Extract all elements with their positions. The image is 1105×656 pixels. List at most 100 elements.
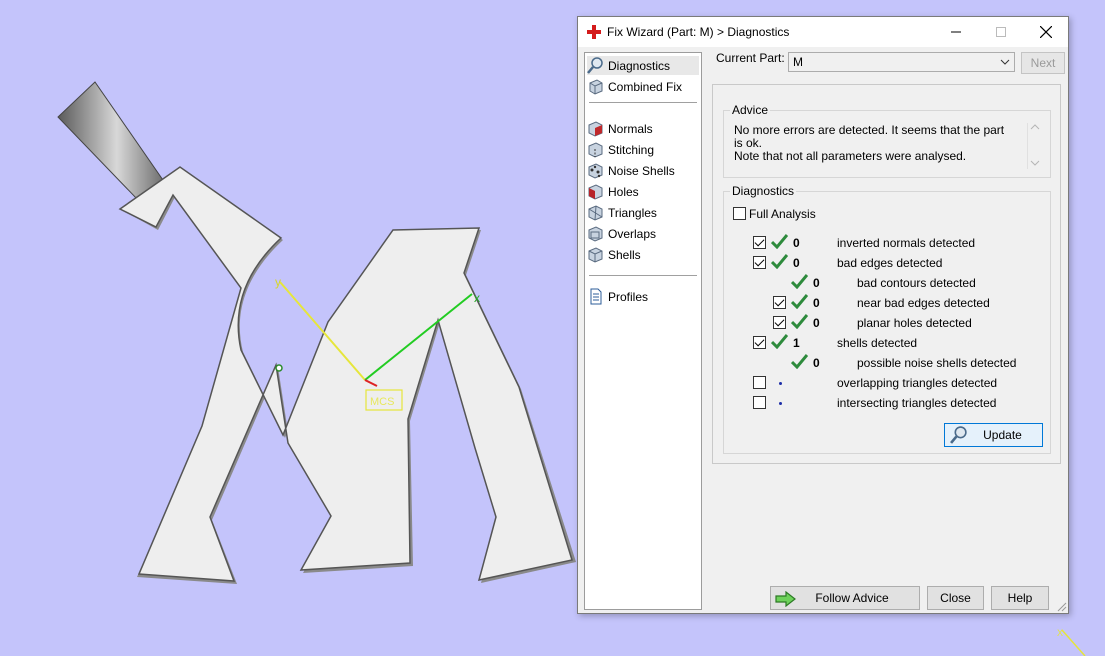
bad-edges-count: 0 xyxy=(793,256,800,270)
follow-advice-button[interactable]: Follow Advice xyxy=(770,586,920,610)
checkmark-icon xyxy=(791,294,808,309)
holes-cube-icon xyxy=(588,184,603,200)
document-icon xyxy=(590,288,602,305)
nav-item-shells[interactable]: Shells xyxy=(587,245,699,264)
shells-checkbox[interactable] xyxy=(753,336,766,349)
nav-item-label: Overlaps xyxy=(608,226,657,241)
checkmark-icon xyxy=(771,234,788,249)
close-button-label: Close xyxy=(940,591,971,605)
near-bad-edges-checkbox[interactable] xyxy=(773,296,786,309)
checkmark-icon xyxy=(771,254,788,269)
stitching-cube-icon xyxy=(588,142,603,158)
inverted-normals-count: 0 xyxy=(793,236,800,250)
origin-label: MCS xyxy=(370,396,394,408)
letter-m xyxy=(118,166,573,582)
overlaps-cube-icon xyxy=(588,226,603,242)
checkmark-icon xyxy=(791,314,808,329)
magnifier-icon xyxy=(587,57,603,74)
nav-item-combined-fix[interactable]: Combined Fix xyxy=(587,77,699,96)
shells-count: 1 xyxy=(793,336,800,350)
nav-item-label: Normals xyxy=(608,121,653,136)
nav-separator xyxy=(589,275,697,276)
not-run-dot-icon xyxy=(779,382,782,385)
nav-item-noise-shells[interactable]: Noise Shells xyxy=(587,161,699,180)
diagnostics-group: Diagnostics Full Analysis 0 inverted nor… xyxy=(723,184,1051,454)
corner-axis-line xyxy=(1061,629,1086,656)
close-button[interactable]: Close xyxy=(927,586,984,610)
advice-legend: Advice xyxy=(730,103,771,117)
resize-grip-icon[interactable] xyxy=(1057,602,1067,612)
noise-shells-icon xyxy=(588,163,603,179)
diagnostics-panel: Advice No more errors are detected. It s… xyxy=(712,84,1061,464)
full-analysis-checkbox[interactable] xyxy=(733,207,746,220)
corner-axis-label: X xyxy=(1057,628,1063,638)
noise-shells-label: possible noise shells detected xyxy=(857,356,1017,370)
advice-text: No more errors are detected. It seems th… xyxy=(734,124,1014,163)
nav-item-label: Stitching xyxy=(608,142,655,157)
dialog-title: Fix Wizard (Part: M) > Diagnostics xyxy=(607,25,790,39)
bad-edges-checkbox[interactable] xyxy=(753,256,766,269)
checkmark-icon xyxy=(791,274,808,289)
nav-item-label: Shells xyxy=(608,247,641,262)
nav-item-stitching[interactable]: Stitching xyxy=(587,140,699,159)
planar-holes-checkbox[interactable] xyxy=(773,316,786,329)
inverted-normals-checkbox[interactable] xyxy=(753,236,766,249)
advice-line-2: Note that not all parameters were analys… xyxy=(734,149,967,163)
scroll-arrows-icon xyxy=(1030,124,1040,166)
help-button[interactable]: Help xyxy=(991,586,1049,610)
not-run-dot-icon xyxy=(779,402,782,405)
triangles-cube-icon xyxy=(588,205,603,221)
current-part-select[interactable]: M xyxy=(788,52,1015,72)
checkmark-icon xyxy=(771,334,788,349)
shells-cube-icon xyxy=(588,247,603,263)
intersecting-triangles-checkbox[interactable] xyxy=(753,396,766,409)
cube-icon xyxy=(589,79,603,95)
nav-item-profiles[interactable]: Profiles xyxy=(587,287,699,306)
advice-line-1: No more errors are detected. It seems th… xyxy=(734,123,1005,150)
near-bad-edges-count: 0 xyxy=(813,296,820,310)
update-button[interactable]: Update xyxy=(944,423,1043,447)
nav-item-diagnostics[interactable]: Diagnostics xyxy=(587,56,699,75)
current-part-label: Current Part: xyxy=(716,51,785,65)
noise-shells-count: 0 xyxy=(813,356,820,370)
nav-item-label: Diagnostics xyxy=(608,58,671,73)
next-button-label: Next xyxy=(1030,56,1056,70)
magnifier-icon xyxy=(950,426,967,444)
planar-holes-label: planar holes detected xyxy=(857,316,972,330)
advice-scrollbar[interactable] xyxy=(1027,123,1042,169)
arrow-right-icon xyxy=(775,591,796,607)
update-button-label: Update xyxy=(983,428,1022,442)
fix-wizard-dialog: Fix Wizard (Part: M) > Diagnostics Diagn… xyxy=(577,16,1069,614)
nav-separator xyxy=(589,102,697,103)
maximize-button[interactable] xyxy=(978,17,1024,47)
full-analysis-label: Full Analysis xyxy=(749,207,816,221)
bad-contours-label: bad contours detected xyxy=(857,276,976,290)
minimize-button[interactable] xyxy=(933,17,979,47)
nav-item-triangles[interactable]: Triangles xyxy=(587,203,699,222)
nav-item-holes[interactable]: Holes xyxy=(587,182,699,201)
close-window-button[interactable] xyxy=(1023,17,1069,47)
wizard-nav-list: Diagnostics Combined Fix Normals Stitchi… xyxy=(584,52,702,610)
intersecting-triangles-label: intersecting triangles detected xyxy=(837,396,997,410)
close-icon xyxy=(1040,26,1052,38)
maximize-icon xyxy=(996,27,1006,37)
axis-x-label: x xyxy=(474,291,480,305)
checkmark-icon xyxy=(791,354,808,369)
nav-item-label: Triangles xyxy=(608,205,657,220)
nav-item-normals[interactable]: Normals xyxy=(587,119,699,138)
bad-edges-label: bad edges detected xyxy=(837,256,943,270)
nav-item-overlaps[interactable]: Overlaps xyxy=(587,224,699,243)
inverted-normals-label: inverted normals detected xyxy=(837,236,976,250)
follow-advice-label: Follow Advice xyxy=(815,591,889,605)
planar-holes-count: 0 xyxy=(813,316,820,330)
title-bar[interactable]: Fix Wizard (Part: M) > Diagnostics xyxy=(578,17,1068,47)
diagnostics-legend: Diagnostics xyxy=(730,184,797,198)
current-part-value: M xyxy=(793,55,803,69)
nav-item-label: Holes xyxy=(608,184,639,199)
bad-contours-count: 0 xyxy=(813,276,820,290)
overlapping-triangles-label: overlapping triangles detected xyxy=(837,376,998,390)
next-button[interactable]: Next xyxy=(1021,52,1065,74)
point-marker xyxy=(275,364,283,372)
overlapping-triangles-checkbox[interactable] xyxy=(753,376,766,389)
minimize-icon xyxy=(951,31,961,33)
